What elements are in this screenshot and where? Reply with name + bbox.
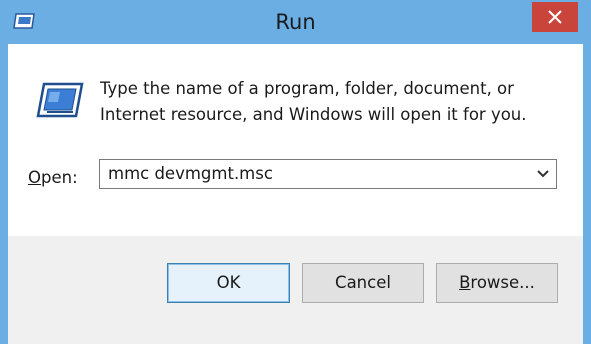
- cancel-button[interactable]: Cancel: [302, 263, 424, 303]
- open-label: Open:: [28, 168, 78, 187]
- dialog-description: Type the name of a program, folder, docu…: [100, 76, 560, 128]
- window-title: Run: [275, 10, 316, 34]
- open-combobox[interactable]: mmc devmgmt.msc: [99, 159, 557, 189]
- run-program-icon: [36, 82, 84, 118]
- dialog-client-area: Type the name of a program, folder, docu…: [8, 44, 583, 344]
- open-label-text: pen:: [41, 168, 78, 187]
- browse-label: rowse...: [470, 273, 535, 292]
- close-icon: [548, 10, 562, 24]
- close-button[interactable]: [532, 2, 578, 32]
- open-label-accelerator: O: [28, 168, 41, 187]
- browse-accelerator: B: [459, 273, 471, 292]
- chevron-down-icon[interactable]: [536, 169, 550, 179]
- title-bar[interactable]: Run: [0, 0, 591, 44]
- description-line-1: Type the name of a program, folder, docu…: [100, 79, 514, 98]
- run-dialog-window: Run Type the name of a program, folder, …: [0, 0, 591, 344]
- ok-button[interactable]: OK: [167, 263, 290, 303]
- open-input[interactable]: mmc devmgmt.msc: [108, 164, 273, 183]
- browse-button[interactable]: Browse...: [436, 263, 558, 303]
- dialog-content: Type the name of a program, folder, docu…: [8, 44, 583, 236]
- description-line-2: Internet resource, and Windows will open…: [100, 105, 527, 124]
